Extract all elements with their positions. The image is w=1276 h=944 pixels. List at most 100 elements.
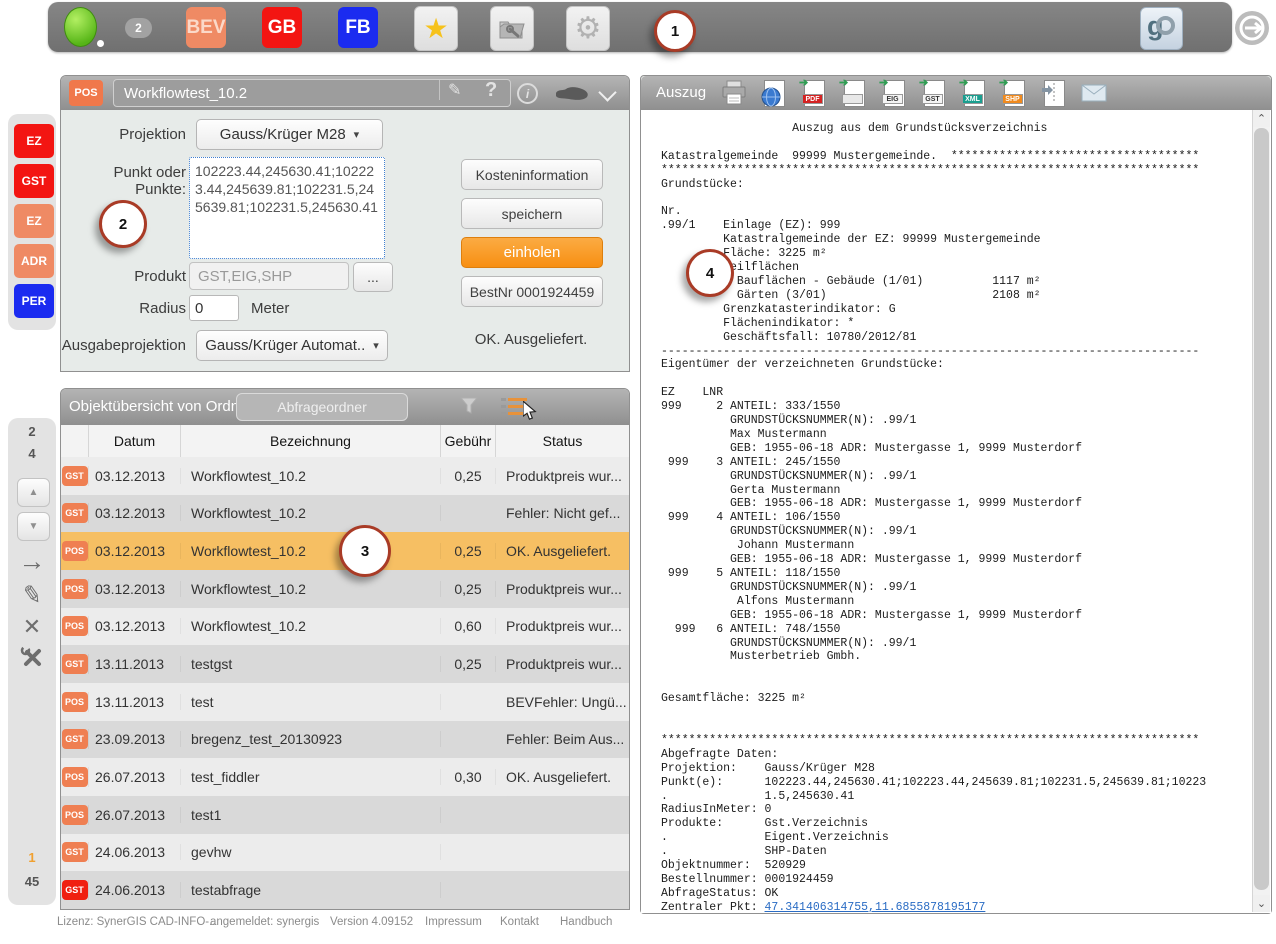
rename-pencil-icon[interactable]: ✎: [439, 80, 461, 100]
logout-icon: [1234, 10, 1270, 46]
eig-export-icon[interactable]: ➔EIG: [881, 80, 907, 106]
table-row[interactable]: GST24.06.2013testabfrage: [61, 871, 629, 909]
column-bezeichnung[interactable]: Bezeichnung: [181, 425, 441, 457]
zentraler-punkt-link[interactable]: 47.341406314755,11.6855878195177: [765, 901, 986, 913]
row-type-badge: POS: [62, 767, 88, 787]
row-type-cell: POS: [61, 616, 89, 636]
column-status[interactable]: Status: [496, 425, 629, 457]
pdf-export-icon[interactable]: ➔PDF: [801, 80, 827, 106]
filter-button[interactable]: [459, 396, 479, 416]
column-badge[interactable]: [61, 425, 89, 457]
gear-icon: ⚙: [575, 11, 602, 46]
gst-export-icon[interactable]: ➔GST: [921, 80, 947, 106]
table-row[interactable]: POS26.07.2013test1: [61, 796, 629, 834]
footer-kontakt[interactable]: Kontakt: [500, 916, 539, 928]
scrollbar-down-arrow[interactable]: ⌄: [1253, 895, 1270, 912]
table-row[interactable]: GST13.11.2013testgst0,25Produktpreis wur…: [61, 645, 629, 683]
sidebar-badge-adr[interactable]: ADR: [14, 244, 54, 278]
folder-tools-icon: [498, 17, 526, 41]
shp-export-icon[interactable]: ➔SHP: [1001, 80, 1027, 106]
punkte-textarea[interactable]: 102223.44,245630.41;102223.44,245639.81;…: [189, 157, 385, 259]
column-datum[interactable]: Datum: [89, 425, 181, 457]
auszug-toolbar: ➔PDF ➔ ➔EIG ➔GST ➔XML ➔SHP: [721, 80, 1107, 106]
print-icon[interactable]: [721, 80, 747, 106]
collapse-chevron-icon[interactable]: [598, 83, 616, 101]
produkt-more-button[interactable]: ...: [353, 262, 393, 292]
go-logo-button[interactable]: g: [1140, 7, 1183, 50]
open-arrow-button[interactable]: →: [8, 548, 56, 575]
favorites-button[interactable]: ★: [414, 6, 458, 51]
email-icon[interactable]: [1081, 80, 1107, 106]
row-type-cell: POS: [61, 692, 89, 712]
footer-impressum[interactable]: Impressum: [425, 916, 482, 928]
column-gebuehr[interactable]: Gebühr: [441, 425, 496, 457]
austria-map-icon[interactable]: [555, 85, 589, 102]
radius-input[interactable]: [189, 295, 239, 321]
row-datum: 24.06.2013: [89, 844, 181, 860]
footer-lizenz: Lizenz: SynerGIS CAD-INFO-..: [57, 916, 215, 928]
callout-1: 1: [654, 10, 696, 52]
main-toolbar: 2 BEV GB FB ★ ⚙ g: [48, 2, 1232, 52]
row-type-cell: POS: [61, 541, 89, 561]
row-datum: 03.12.2013: [89, 543, 181, 559]
document-scrollbar[interactable]: ⌃ ⌄: [1252, 110, 1270, 912]
kosteninformation-button[interactable]: Kosteninformation: [461, 159, 603, 190]
page-current: 1: [8, 850, 56, 865]
zip-export-icon[interactable]: [1041, 80, 1067, 106]
table-row[interactable]: GST24.06.2013gevhw: [61, 834, 629, 872]
status-light-icon[interactable]: [64, 7, 97, 47]
scrollbar-thumb[interactable]: [1254, 128, 1269, 890]
pos-badge: POS: [69, 80, 103, 106]
document-viewport: Auszug aus dem Grundstücksverzeichnis Ka…: [641, 110, 1271, 913]
row-type-badge: POS: [62, 805, 88, 825]
sidebar-badge-gst[interactable]: GST: [14, 164, 54, 198]
scroll-up-button[interactable]: ▲: [17, 478, 50, 507]
sidebar-badge-ez[interactable]: EZ: [14, 124, 54, 158]
footer-handbuch[interactable]: Handbuch: [560, 916, 612, 928]
abfrageordner-button[interactable]: Abfrageordner: [236, 393, 408, 421]
text-export-icon[interactable]: ➔: [841, 80, 867, 106]
sidebar-badge-ez[interactable]: EZ: [14, 204, 54, 238]
row-datum: 03.12.2013: [89, 505, 181, 521]
fb-button[interactable]: FB: [338, 7, 378, 48]
produkt-input[interactable]: [189, 262, 349, 290]
wrench-screwdriver-icon: [20, 645, 44, 669]
row-type-cell: POS: [61, 767, 89, 787]
bestnr-button[interactable]: BestNr 0001924459: [461, 276, 603, 307]
xml-export-icon[interactable]: ➔XML: [961, 80, 987, 106]
import-arrow-icon: ➔: [919, 76, 928, 89]
ausgabeprojektion-dropdown[interactable]: Gauss/Krüger Automat.. ▾: [196, 330, 388, 361]
table-row[interactable]: POS03.12.2013Workflowtest_10.20,60Produk…: [61, 608, 629, 646]
row-status: Produktpreis wur...: [496, 618, 629, 634]
table-row[interactable]: GST03.12.2013Workflowtest_10.20,25Produk…: [61, 457, 629, 495]
delete-button[interactable]: ✕: [8, 616, 56, 638]
produkt-label: Produkt: [61, 268, 186, 285]
speichern-button[interactable]: speichern: [461, 198, 603, 229]
star-icon: ★: [423, 12, 448, 45]
table-row[interactable]: POS26.07.2013test_fiddler0,30OK. Ausgeli…: [61, 758, 629, 796]
project-tools-button[interactable]: [490, 6, 534, 51]
html-export-icon[interactable]: [761, 80, 787, 106]
row-type-badge: GST: [62, 842, 88, 862]
help-icon[interactable]: ?: [485, 79, 497, 102]
table-row[interactable]: GST23.09.2013bregenz_test_20130923Fehler…: [61, 721, 629, 759]
scroll-down-button[interactable]: ▼: [17, 512, 50, 541]
row-type-badge: GST: [62, 729, 88, 749]
row-bezeichnung: testgst: [181, 656, 441, 672]
gb-button[interactable]: GB: [262, 7, 302, 48]
logout-button[interactable]: [1234, 10, 1270, 46]
einholen-button[interactable]: einholen: [461, 237, 603, 268]
settings-button[interactable]: ⚙: [566, 6, 610, 51]
table-row[interactable]: POS13.11.2013testBEVFehler: Ungü...: [61, 683, 629, 721]
scrollbar-up-arrow[interactable]: ⌃: [1253, 110, 1270, 127]
table-row[interactable]: POS03.12.2013Workflowtest_10.20,25Produk…: [61, 570, 629, 608]
projektion-dropdown[interactable]: Gauss/Krüger M28 ▾: [196, 119, 383, 150]
info-icon[interactable]: i: [517, 83, 538, 104]
bev-button[interactable]: BEV: [186, 7, 226, 48]
auszug-title: Auszug: [656, 84, 706, 101]
footer-version: Version 4.09152: [330, 916, 413, 928]
sidebar-badge-per[interactable]: PER: [14, 284, 54, 318]
table-row[interactable]: GST03.12.2013Workflowtest_10.2Fehler: Ni…: [61, 495, 629, 533]
row-bezeichnung: bregenz_test_20130923: [181, 731, 441, 747]
tools-button[interactable]: [8, 645, 56, 669]
